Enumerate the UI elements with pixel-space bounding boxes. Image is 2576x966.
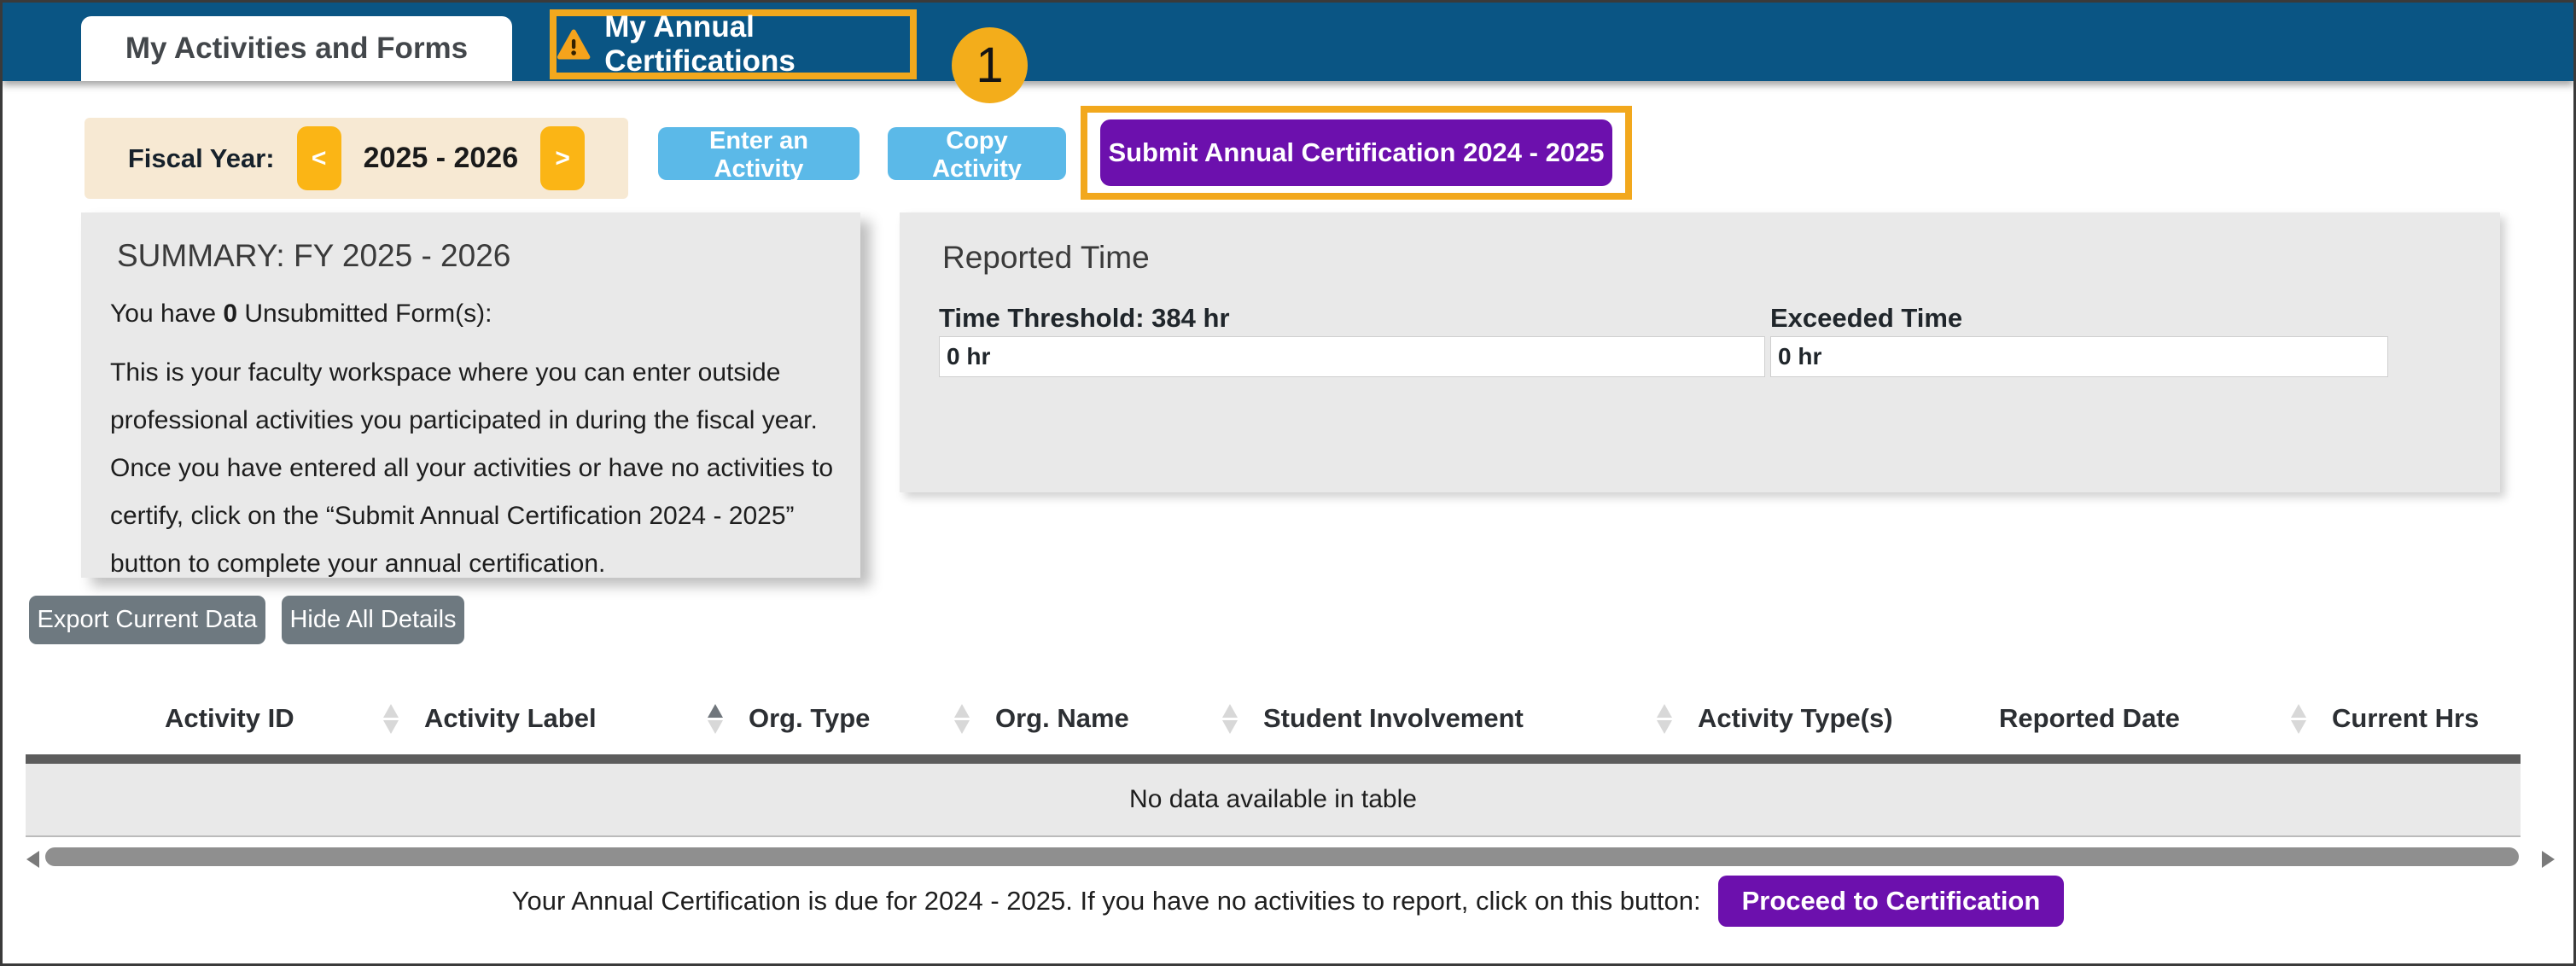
activities-table-header: Activity ID Activity Label Org. Type Org… [3,692,2573,745]
certification-due-message: Your Annual Certification is due for 202… [512,886,1701,917]
warning-triangle-icon [557,26,591,62]
summary-title: SUMMARY: FY 2025 - 2026 [110,238,831,274]
time-threshold-bar: 0 hr [939,336,1765,377]
column-header-activity-id[interactable]: Activity ID [165,703,424,734]
sort-both-icon [383,704,399,734]
summary-description: This is your faculty workspace where you… [110,349,844,588]
table-header-divider [26,754,2521,764]
unsubmitted-count: 0 [223,300,237,328]
enter-activity-button[interactable]: Enter an Activity [658,127,860,180]
empty-table-message: No data available in table [1129,785,1417,814]
scroll-left-icon[interactable] [26,851,39,868]
tab-my-activities-and-forms[interactable]: My Activities and Forms [81,16,512,81]
fiscal-year-prev-button[interactable]: < [297,126,341,190]
annotation-step-number: 1 [976,37,1003,94]
summary-panel: SUMMARY: FY 2025 - 2026 You have 0 Unsub… [81,212,860,578]
time-threshold-label: Time Threshold: 384 hr [939,303,1230,334]
column-label: Student Involvement [1263,703,1524,734]
column-label: Reported Date [1999,703,2180,734]
unsubmitted-forms-line: You have 0 Unsubmitted Form(s): [110,300,831,329]
exceeded-time-bar: 0 hr [1770,336,2388,377]
horizontal-scrollbar[interactable] [3,846,2573,871]
sort-both-icon [954,704,970,734]
column-header-org-name[interactable]: Org. Name [995,703,1263,734]
exceeded-time-value: 0 hr [1778,343,1821,370]
column-header-activity-label[interactable]: Activity Label [424,703,749,734]
column-header-org-type[interactable]: Org. Type [749,703,995,734]
column-header-student-involvement[interactable]: Student Involvement [1263,703,1698,734]
table-empty-row: No data available in table [26,764,2521,837]
reported-time-title: Reported Time [942,240,1150,276]
sort-both-icon [1657,704,1672,734]
tab-my-annual-certifications[interactable]: My Annual Certifications [550,9,917,79]
export-current-data-button[interactable]: Export Current Data [29,596,265,644]
reported-time-panel: Reported Time Time Threshold: 384 hr 0 h… [900,212,2500,492]
unsubmitted-prefix: You have [110,300,223,328]
unsubmitted-suffix: Unsubmitted Form(s): [237,300,492,328]
scroll-right-icon[interactable] [2542,851,2555,868]
column-label: Activity Type(s) [1698,703,1893,734]
copy-activity-button[interactable]: Copy Activity [888,127,1066,180]
scrollbar-thumb[interactable] [45,847,2519,866]
column-label: Current Hrs [2332,703,2479,734]
submit-annual-certification-button[interactable]: Submit Annual Certification 2024 - 2025 [1100,119,1612,186]
certification-footer: Your Annual Certification is due for 202… [3,873,2573,929]
column-label: Org. Type [749,703,870,734]
submit-certification-highlight-box: Submit Annual Certification 2024 - 2025 [1081,106,1632,200]
column-label: Org. Name [995,703,1129,734]
faculty-workspace-page: My Activities and Forms My Annual Certif… [0,0,2576,966]
column-header-reported-date[interactable]: Reported Date [1999,703,2332,734]
column-header-current-hrs[interactable]: Current Hrs [2332,703,2554,734]
sort-both-icon [2291,704,2306,734]
column-header-activity-types[interactable]: Activity Type(s) [1698,703,1999,734]
sort-both-icon [1222,704,1238,734]
fiscal-year-value: 2025 - 2026 [364,142,519,175]
hide-all-details-button[interactable]: Hide All Details [282,596,464,644]
column-label: Activity ID [165,703,294,734]
fiscal-year-next-button[interactable]: > [540,126,585,190]
exceeded-time-label: Exceeded Time [1770,303,1962,334]
tab-label: My Activities and Forms [125,32,468,66]
proceed-to-certification-button[interactable]: Proceed to Certification [1718,876,2065,927]
fiscal-year-selector: Fiscal Year: < 2025 - 2026 > [85,118,628,199]
annotation-step-1-badge: 1 [952,27,1028,103]
sort-ascending-icon [708,704,723,734]
time-threshold-value: 0 hr [947,343,990,370]
tab-label: My Annual Certifications [604,10,910,79]
column-label: Activity Label [424,703,597,734]
fiscal-year-label: Fiscal Year: [128,143,275,174]
